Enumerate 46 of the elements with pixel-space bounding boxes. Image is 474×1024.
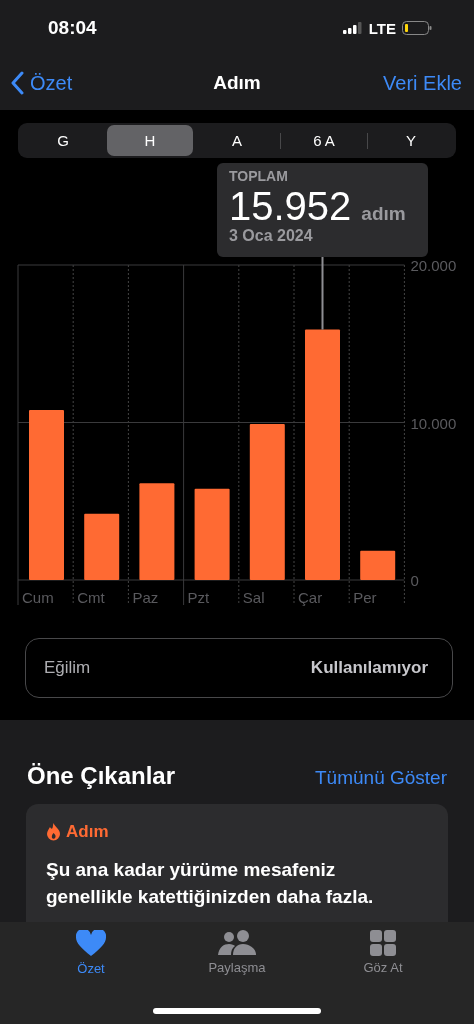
segment-tab[interactable]: 6 A	[281, 125, 367, 156]
show-all-link[interactable]: Tümünü Göster	[315, 767, 447, 789]
highlight-card[interactable]: Adım Şu ana kadar yürüme mesafeniz genellikle katettiğinizden daha fazla.	[26, 804, 448, 922]
chart-bar[interactable]	[194, 488, 230, 580]
segment-tab[interactable]: H	[107, 125, 193, 156]
tab-item[interactable]: Paylaşma	[164, 928, 310, 984]
chart-bar[interactable]	[84, 513, 120, 580]
grid-icon	[370, 930, 396, 956]
axis-label: Pzt	[187, 589, 210, 606]
signal-icon	[342, 22, 363, 34]
segment-tab[interactable]: A	[194, 125, 280, 156]
axis-label: Per	[353, 589, 377, 606]
people-icon	[218, 930, 256, 956]
status-time: 08:04	[48, 17, 98, 39]
trend-card[interactable]: Eğilim Kullanılamıyor	[25, 638, 453, 698]
total-value: 15.952	[229, 184, 352, 229]
segment-tab[interactable]: G	[20, 125, 106, 156]
tab-item[interactable]: Göz At	[310, 928, 456, 984]
axis-label: Cmt	[77, 589, 105, 606]
chart-bar[interactable]	[139, 483, 175, 580]
axis-label: Cum	[22, 589, 54, 606]
tab-item[interactable]: Özet	[18, 928, 164, 984]
tooltip-date: 3 Oca 2024	[229, 227, 314, 245]
axis-label: Sal	[242, 589, 265, 606]
section-title: Öne Çıkanlar	[27, 762, 176, 790]
chart-bar[interactable]	[249, 424, 285, 580]
page-title: Adım	[213, 72, 261, 94]
category-label: Adım	[66, 822, 109, 842]
flame-icon	[46, 823, 61, 841]
segment-tab[interactable]: Y	[368, 125, 454, 156]
back-link[interactable]: Özet	[10, 71, 214, 95]
axis-label: 0	[410, 572, 419, 589]
network-label: LTE	[368, 19, 396, 37]
axis-label: 10.000	[410, 414, 457, 432]
chart-bar[interactable]	[360, 550, 396, 580]
axis-label: 20.000	[410, 257, 457, 274]
heart-icon	[76, 930, 106, 957]
trend-value: Kullanılamıyor	[310, 658, 428, 678]
add-data-link[interactable]: Veri Ekle	[383, 71, 462, 95]
trend-label: Eğilim	[44, 658, 91, 678]
unit-label: adım	[361, 203, 406, 225]
back-icon	[10, 71, 24, 95]
battery-icon	[402, 21, 432, 35]
axis-label: Paz	[132, 589, 159, 606]
axis-label: Çar	[298, 589, 323, 606]
tooltip-label: TOPLAM	[229, 168, 289, 184]
